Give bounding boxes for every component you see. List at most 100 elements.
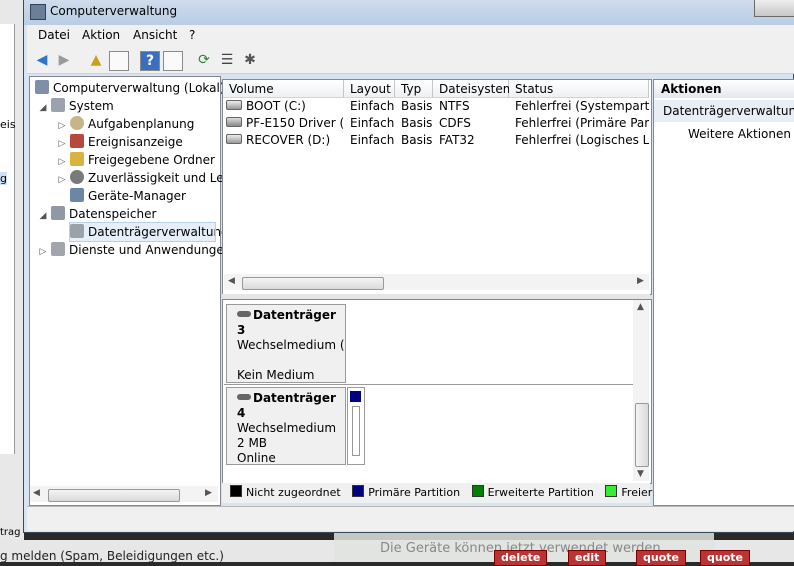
volume-layout: Einfach xyxy=(350,116,395,130)
menu-aktion[interactable]: Aktion xyxy=(82,28,120,42)
quote-button[interactable]: quote xyxy=(636,550,686,566)
legend-label: Nicht zugeordnet xyxy=(246,486,341,499)
disk-type: Wechselmedium xyxy=(237,421,337,435)
actions-section-header[interactable]: Datenträgerverwaltung xyxy=(654,100,794,122)
scrollbar-thumb[interactable] xyxy=(635,403,649,467)
tree-item-label: Datenspeicher xyxy=(69,207,157,221)
drive-icon xyxy=(226,100,242,110)
table-row[interactable]: PF-E150 Driver (E:) xyxy=(226,115,344,132)
cd-drive-icon xyxy=(226,117,242,127)
settings-icon[interactable]: ✱ xyxy=(241,51,259,69)
refresh-icon[interactable]: ⟳ xyxy=(195,51,213,69)
tree-item-zuverlaessigkeit[interactable]: ▷ Zuverlässigkeit und Leis xyxy=(57,169,233,187)
menu-ansicht[interactable]: Ansicht xyxy=(133,28,177,42)
clock-icon xyxy=(70,116,84,130)
expand-arrow-icon[interactable]: ▷ xyxy=(38,243,48,261)
column-header-typ[interactable]: Typ xyxy=(395,80,433,98)
scroll-down-arrow-icon[interactable]: ▼ xyxy=(637,469,644,479)
legend: Nicht zugeordnet Primäre Partition Erwei… xyxy=(222,483,731,503)
edit-button[interactable]: edit xyxy=(568,550,607,566)
help-icon[interactable]: ? xyxy=(140,51,160,71)
column-header-layout[interactable]: Layout xyxy=(344,80,395,98)
tree-item-label: Freigegebene Ordner xyxy=(88,153,215,167)
volume-filesystem: NTFS xyxy=(439,99,470,113)
background-text: trag xyxy=(0,527,21,538)
tree-item-label: Zuverlässigkeit und Leis xyxy=(88,171,234,185)
volume-status: Fehlerfrei (Primäre Partitio xyxy=(515,116,649,130)
tree-item-label: Computerverwaltung (Lokal) xyxy=(53,81,225,95)
volume-filesystem: CDFS xyxy=(439,116,471,130)
delete-button[interactable]: delete xyxy=(494,550,548,566)
tree-item-ereignisanzeige[interactable]: ▷ Ereignisanzeige xyxy=(57,133,183,151)
legend-swatch-unallocated xyxy=(230,485,242,497)
table-row[interactable]: BOOT (C:) xyxy=(226,98,344,115)
tree-item-datentraegerverwaltung[interactable]: Datenträgerverwaltung xyxy=(69,222,229,242)
window-control-button[interactable] xyxy=(754,0,794,17)
scroll-left-arrow-icon[interactable]: ◀ xyxy=(33,488,40,498)
scroll-left-arrow-icon[interactable]: ◀ xyxy=(228,276,235,286)
back-arrow-icon[interactable]: ◀ xyxy=(33,51,51,69)
partition-block[interactable] xyxy=(347,387,365,465)
disk-4-label[interactable]: Datenträger 4 Wechselmedium 2 MB Online xyxy=(226,387,346,465)
scroll-right-arrow-icon[interactable]: ▶ xyxy=(637,276,644,286)
tools-icon xyxy=(51,98,65,112)
tree-item-datenspeicher[interactable]: ◢ Datenspeicher xyxy=(38,205,156,223)
tree-item-freigegebene-ordner[interactable]: ▷ Freigegebene Ordner xyxy=(57,151,215,169)
up-folder-icon[interactable]: ▲ xyxy=(87,51,105,69)
tree-item-root[interactable]: Computerverwaltung (Lokal) xyxy=(35,79,225,97)
table-row[interactable]: RECOVER (D:) xyxy=(226,132,344,149)
forward-arrow-icon[interactable]: ▶ xyxy=(55,51,73,69)
tree-item-geraete-manager[interactable]: Geräte-Manager xyxy=(70,187,186,205)
volume-filesystem: FAT32 xyxy=(439,133,475,147)
background-text: g xyxy=(0,172,7,185)
collapse-arrow-icon[interactable]: ◢ xyxy=(38,99,48,117)
scrollbar-thumb[interactable] xyxy=(48,489,180,502)
legend-swatch-free xyxy=(605,485,618,497)
menu-datei[interactable]: Datei xyxy=(38,28,70,42)
disk-status: Kein Medium xyxy=(237,368,315,382)
disk-3-label[interactable]: Datenträger 3 Wechselmedium (H Kein Medi… xyxy=(226,304,346,383)
legend-label: Erweiterte Partition xyxy=(487,486,594,499)
drive-icon xyxy=(226,134,242,144)
disk-name: Datenträger 4 xyxy=(237,391,336,420)
tree-item-label: Ereignisanzeige xyxy=(88,135,183,149)
computer-management-icon xyxy=(30,4,46,20)
show-hide-action-pane-icon[interactable] xyxy=(163,51,183,71)
volume-layout: Einfach xyxy=(350,99,395,113)
disk-size xyxy=(237,353,345,368)
scrollbar-thumb[interactable] xyxy=(242,277,384,290)
tree-item-label: Geräte-Manager xyxy=(88,189,186,203)
disk-management-icon xyxy=(70,224,84,238)
tree-item-label: Dienste und Anwendungen xyxy=(69,243,232,257)
quote-button[interactable]: quote xyxy=(700,550,750,566)
legend-swatch-extended xyxy=(471,485,484,497)
tree-item-label: Aufgabenplanung xyxy=(88,117,195,131)
background-report-link[interactable]: g melden (Spam, Beleidigungen etc.) xyxy=(0,549,224,563)
tree-item-aufgabenplanung[interactable]: ▷ Aufgabenplanung xyxy=(57,115,194,133)
divider xyxy=(224,384,633,385)
properties-icon[interactable]: ☰ xyxy=(218,51,236,69)
show-hide-tree-icon[interactable] xyxy=(109,51,129,71)
volume-status: Fehlerfrei (Systempartition xyxy=(515,99,649,113)
disk-name: Datenträger 3 xyxy=(237,308,336,337)
menu-help[interactable]: ? xyxy=(189,28,195,42)
tree-item-dienste[interactable]: ▷ Dienste und Anwendungen xyxy=(38,241,231,259)
column-header-volume[interactable]: Volume xyxy=(223,80,344,98)
expand-arrow-icon[interactable]: ▷ xyxy=(57,171,67,189)
volume-status: Fehlerfrei (Logisches Lauf xyxy=(515,133,649,147)
volume-type: Basis xyxy=(401,99,433,113)
volume-name: PF-E150 Driver (E:) xyxy=(246,116,344,130)
background-window-panel xyxy=(0,24,15,454)
tree-item-system[interactable]: ◢ System xyxy=(38,97,114,115)
more-actions-link[interactable]: Weitere Aktionen xyxy=(688,127,791,141)
event-viewer-icon xyxy=(70,134,84,148)
column-header-status[interactable]: Status xyxy=(509,80,649,98)
collapse-arrow-icon[interactable]: ◢ xyxy=(38,207,48,225)
volume-name: BOOT (C:) xyxy=(246,99,306,113)
scroll-up-arrow-icon[interactable]: ▲ xyxy=(637,302,644,312)
volume-type: Basis xyxy=(401,133,433,147)
scroll-right-arrow-icon[interactable]: ▶ xyxy=(205,488,212,498)
removable-disk-icon xyxy=(237,311,251,317)
column-header-dateisystem[interactable]: Dateisystem xyxy=(433,80,514,98)
removable-disk-icon xyxy=(237,394,251,400)
